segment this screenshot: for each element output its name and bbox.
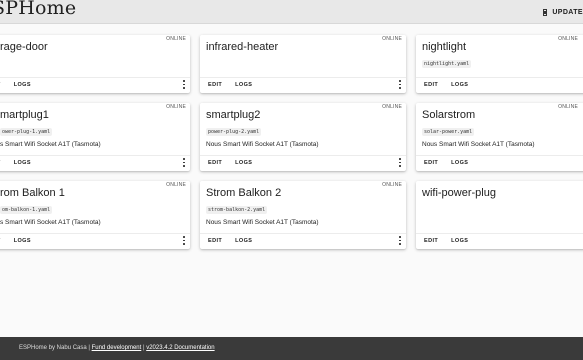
device-description: Nous Smart Wifi Socket A1T (Tasmota) xyxy=(206,141,319,148)
device-card: wifi-power-plug EDIT LOGS xyxy=(416,181,583,249)
more-menu-icon[interactable] xyxy=(398,80,402,89)
logs-button[interactable]: LOGS xyxy=(451,160,468,166)
card-divider xyxy=(0,77,190,78)
edit-button[interactable]: EDIT xyxy=(424,238,438,244)
status-badge: ONLINE xyxy=(382,104,402,110)
device-name: martplug1 xyxy=(0,109,49,121)
device-name: rom Balkon 1 xyxy=(0,187,65,199)
status-badge: ONLINE xyxy=(558,36,578,42)
config-file: ower-plug-1.yaml xyxy=(0,128,53,136)
fund-development-link[interactable]: Fund development xyxy=(92,345,142,351)
footer-text: ESPHome by Nabu Casa | Fund development … xyxy=(19,345,215,351)
device-name: wifi-power-plug xyxy=(422,187,496,199)
status-badge: ONLINE xyxy=(166,104,186,110)
edit-button[interactable]: EDIT xyxy=(424,82,438,88)
config-file: power-plug-2.yaml xyxy=(206,128,262,136)
edit-button[interactable]: EDIT xyxy=(208,82,222,88)
status-badge: ONLINE xyxy=(382,36,402,42)
card-divider xyxy=(200,77,406,78)
device-card: ONLINE nightlight nightlight.yaml EDIT L… xyxy=(416,35,583,93)
logs-button[interactable]: LOGS xyxy=(235,82,252,88)
device-card: ONLINE smartplug2 power-plug-2.yaml Nous… xyxy=(200,103,406,171)
edit-button[interactable]: EDIT xyxy=(208,238,222,244)
app-header: SPHome UPDATE xyxy=(0,0,583,24)
device-card: ONLINE martplug1 ower-plug-1.yaml s Smar… xyxy=(0,103,190,171)
card-divider xyxy=(0,233,190,234)
logs-button[interactable]: LOGS xyxy=(14,160,31,166)
edit-button[interactable]: IT xyxy=(0,238,1,244)
footer-credit: ESPHome by Nabu Casa | xyxy=(19,345,92,351)
edit-button[interactable]: EDIT xyxy=(424,160,438,166)
device-card: ONLINE rage-door IT LOGS xyxy=(0,35,190,93)
logs-button[interactable]: LOGS xyxy=(14,82,31,88)
status-badge: ONLINE xyxy=(382,182,402,188)
edit-button[interactable]: EDIT xyxy=(208,160,222,166)
card-divider xyxy=(200,233,406,234)
device-name: infrared-heater xyxy=(206,41,279,53)
device-card: ONLINE Strom Balkon 2 strom-balkon-2.yam… xyxy=(200,181,406,249)
edit-button[interactable]: IT xyxy=(0,82,1,88)
card-divider xyxy=(416,233,583,234)
edit-button[interactable]: IT xyxy=(0,160,1,166)
config-file: nightlight.yaml xyxy=(422,60,472,68)
more-menu-icon[interactable] xyxy=(182,236,186,245)
device-name: Strom Balkon 2 xyxy=(206,187,282,199)
device-description: Nous Smart Wifi Socket A1T (Tasmota) xyxy=(206,219,319,226)
more-menu-icon[interactable] xyxy=(398,158,402,167)
logs-button[interactable]: LOGS xyxy=(451,82,468,88)
logs-button[interactable]: LOGS xyxy=(14,238,31,244)
logs-button[interactable]: LOGS xyxy=(235,160,252,166)
status-badge: ONLINE xyxy=(558,104,578,110)
card-divider xyxy=(416,77,583,78)
update-label: UPDATE xyxy=(552,8,583,16)
device-card: ONLINE infrared-heater EDIT LOGS xyxy=(200,35,406,93)
config-file: strom-balkon-2.yaml xyxy=(206,206,268,214)
update-all-button[interactable]: UPDATE xyxy=(543,5,583,19)
device-description: s Smart Wifi Socket A1T (Tasmota) xyxy=(0,141,101,148)
device-description: s Smart Wifi Socket A1T (Tasmota) xyxy=(0,219,101,226)
app-title: SPHome xyxy=(0,0,77,19)
more-menu-icon[interactable] xyxy=(398,236,402,245)
config-file: solar-power.yaml xyxy=(422,128,475,136)
device-name: nightlight xyxy=(422,41,467,53)
status-badge: ONLINE xyxy=(166,182,186,188)
device-name: Solarstrom xyxy=(422,109,476,121)
card-divider xyxy=(416,155,583,156)
device-name: rage-door xyxy=(0,41,48,53)
card-divider xyxy=(200,155,406,156)
app-footer: ESPHome by Nabu Casa | Fund development … xyxy=(0,337,583,360)
more-menu-icon[interactable] xyxy=(182,158,186,167)
device-card: ONLINE Solarstrom solar-power.yaml Nous … xyxy=(416,103,583,171)
logs-button[interactable]: LOGS xyxy=(451,238,468,244)
version-documentation-link[interactable]: v2023.4.2 Documentation xyxy=(146,345,214,351)
device-name: smartplug2 xyxy=(206,109,261,121)
status-badge: ONLINE xyxy=(166,36,186,42)
device-card: ONLINE rom Balkon 1 om-balkon-1.yaml s S… xyxy=(0,181,190,249)
logs-button[interactable]: LOGS xyxy=(235,238,252,244)
update-icon xyxy=(543,8,548,16)
config-file: om-balkon-1.yaml xyxy=(0,206,53,214)
more-menu-icon[interactable] xyxy=(182,80,186,89)
device-description: Nous Smart Wifi Socket A1T (Tasmota) xyxy=(422,141,535,148)
card-divider xyxy=(0,155,190,156)
